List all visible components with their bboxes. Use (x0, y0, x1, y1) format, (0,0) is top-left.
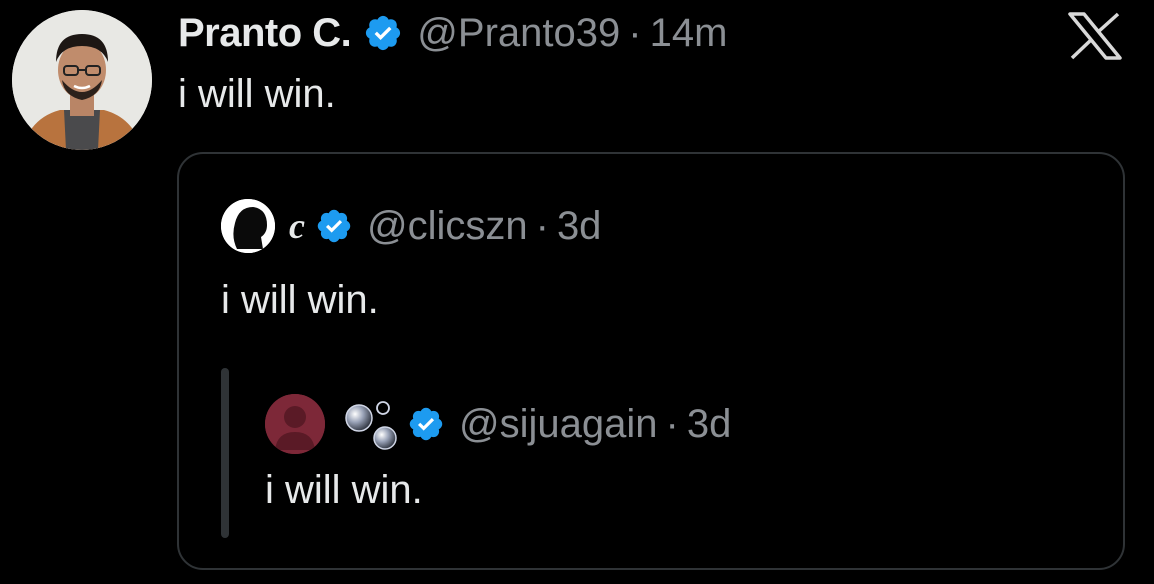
verified-badge-icon (317, 209, 351, 243)
nested-timestamp[interactable]: 3d (687, 402, 732, 447)
nested-quote-indicator (221, 368, 229, 538)
nested-author-avatar[interactable] (265, 394, 325, 454)
nested-quote-text: i will win. (265, 468, 423, 512)
tweet-text: i will win. (178, 72, 336, 116)
quoted-tweet-header: c @clicszn · 3d (221, 199, 602, 253)
quoted-tweet-card[interactable]: c @clicszn · 3d i will win. @sijuagain ·… (177, 152, 1125, 570)
author-avatar[interactable] (12, 10, 152, 150)
author-name[interactable]: Pranto C. (178, 11, 352, 56)
quoted-author-avatar[interactable] (221, 199, 275, 253)
silhouette-avatar-image (221, 199, 275, 253)
nested-author-handle[interactable]: @sijuagain (459, 402, 658, 447)
separator-dot: · (535, 203, 549, 248)
quoted-author-handle[interactable]: @clicszn (367, 204, 528, 249)
nested-quote-header: @sijuagain · 3d (265, 394, 731, 454)
author-avatar-image (12, 10, 152, 150)
separator-dot: · (628, 10, 642, 55)
x-logo-icon (1068, 12, 1122, 60)
verified-badge-icon (366, 15, 401, 51)
quoted-author-name[interactable]: c (289, 205, 305, 247)
default-avatar-image (265, 394, 325, 454)
tweet-header: Pranto C. @Pranto39 · 14m (178, 8, 727, 58)
verified-badge-icon (409, 407, 443, 441)
separator-dot: · (665, 401, 679, 446)
bubbles-icon (345, 401, 397, 450)
quoted-tweet-text: i will win. (221, 278, 379, 322)
author-handle[interactable]: @Pranto39 (417, 11, 620, 56)
timestamp[interactable]: 14m (650, 11, 728, 56)
quoted-timestamp[interactable]: 3d (557, 204, 602, 249)
